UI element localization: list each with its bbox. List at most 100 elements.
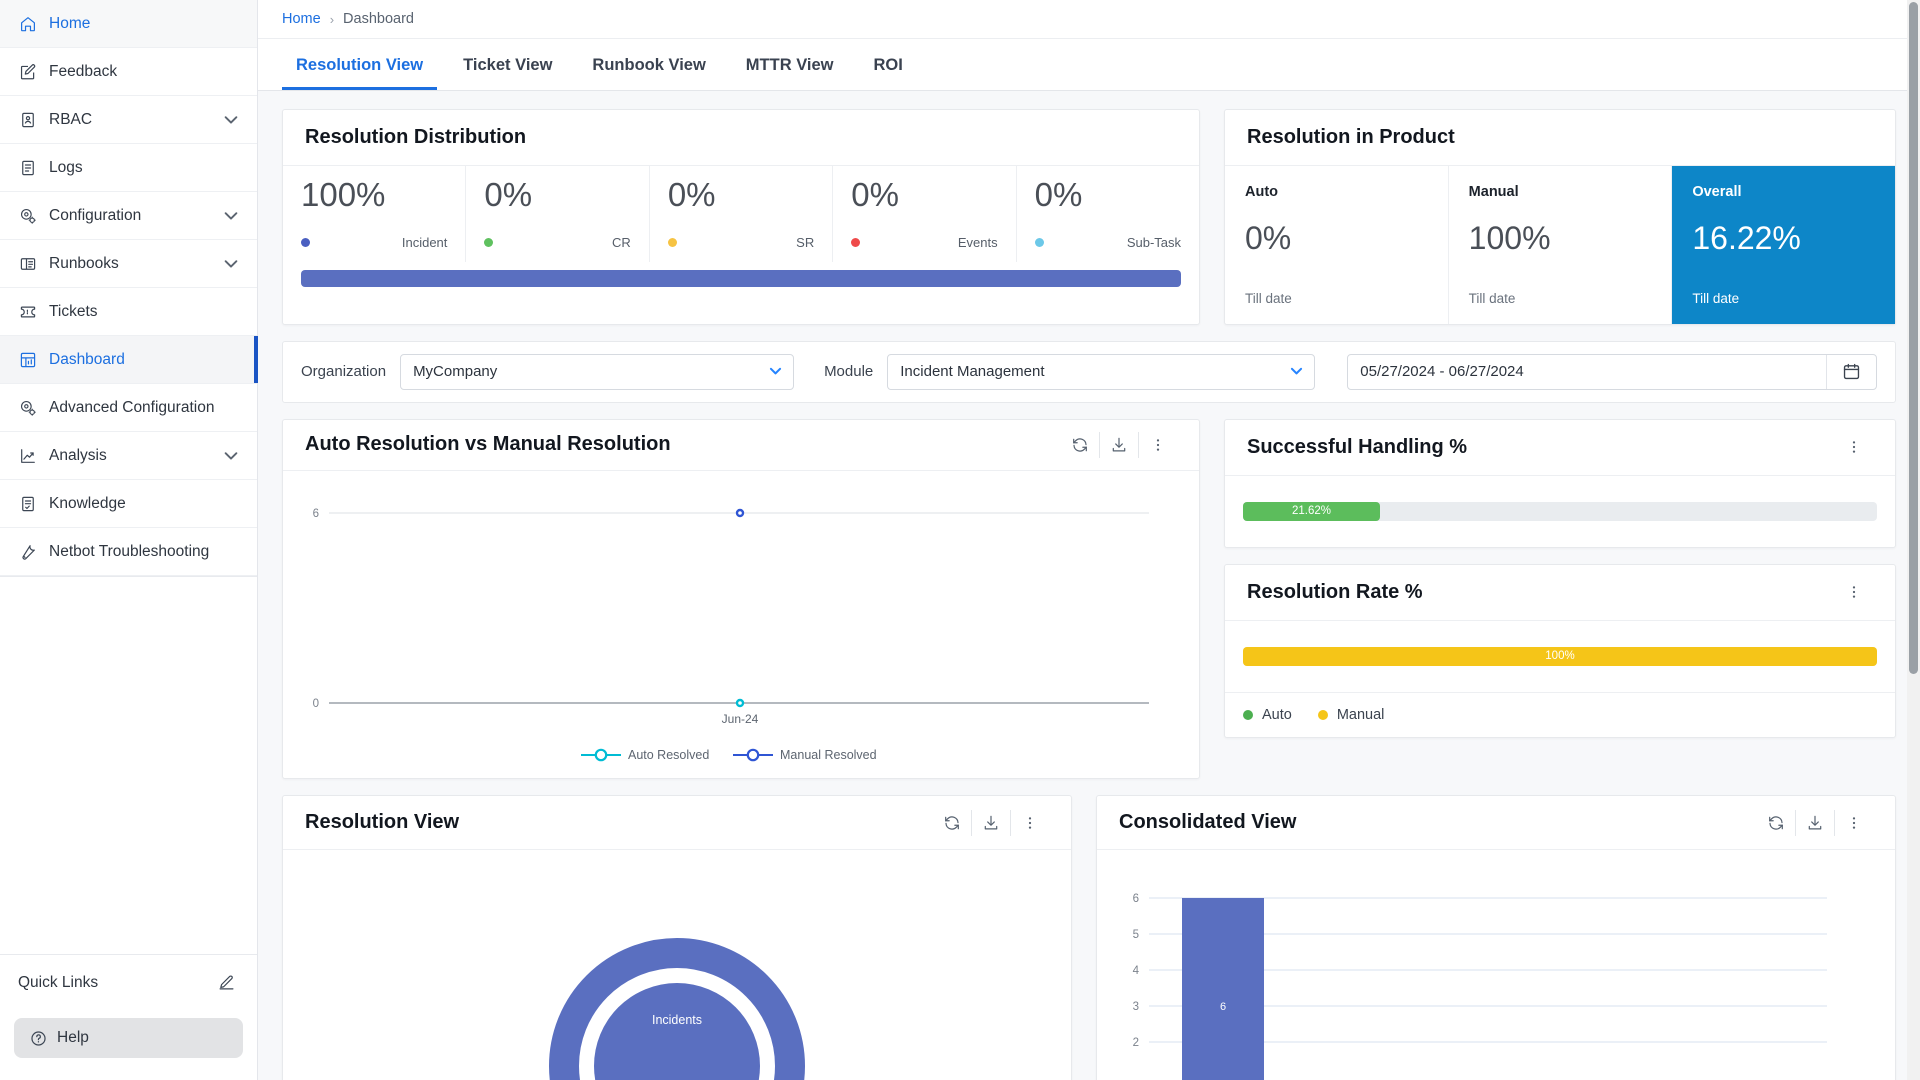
organization-select[interactable]: MyCompany (400, 353, 795, 390)
sidebar-item-netbot-troubleshooting[interactable]: Netbot Troubleshooting (0, 528, 257, 576)
resolution-in-product-title: Resolution in Product (1247, 125, 1455, 148)
successful-handling-header: Successful Handling % (1225, 420, 1895, 476)
chevron-down-icon[interactable] (223, 256, 239, 272)
distribution-cell-events: 0% Events (833, 165, 1017, 262)
feedback-edit-icon (18, 62, 38, 82)
line-chart-svg: 6 0 Jun-24 Auto Resolved Manual Resolved (313, 508, 1149, 762)
module-select-value: Incident Management (900, 363, 1045, 381)
runbooks-book-icon (18, 254, 38, 274)
donut-chart-svg: Incidents (549, 938, 805, 1080)
distribution-label: Sub-Task (1126, 234, 1182, 250)
sidebar-item-label: Feedback (49, 62, 118, 80)
help-label: Help (57, 1029, 89, 1046)
distribution-label: Events (957, 234, 998, 250)
calendar-icon[interactable] (1826, 354, 1876, 389)
sidebar-item-label: Runbooks (49, 254, 119, 272)
resolution-distribution-header: Resolution Distribution (283, 110, 1199, 166)
distribution-cell-incident: 100% Incident (283, 165, 467, 262)
chevron-down-icon (1277, 366, 1303, 378)
chevron-down-icon[interactable] (223, 112, 239, 128)
vertical-scrollbar[interactable] (1907, 0, 1920, 1080)
tab-mttr-view[interactable]: MTTR View (732, 56, 848, 90)
resolution-view-donut[interactable]: Incidents (283, 850, 1071, 1080)
successful-handling-card: Successful Handling % 21.62% (1224, 418, 1896, 548)
resolution-view-tools (933, 808, 1049, 838)
product-cell-manual: Manual 100% Till date (1449, 165, 1673, 324)
breadcrumb-home-link[interactable]: Home (282, 11, 321, 27)
distribution-footer: Events (851, 234, 998, 262)
distribution-footer: Incident (301, 235, 447, 262)
product-sublabel: Till date (1245, 290, 1292, 306)
y-tick-4: 4 (1133, 965, 1140, 977)
pencil-icon[interactable] (218, 974, 235, 991)
distribution-value: 100% (301, 175, 386, 213)
download-icon[interactable] (972, 810, 1010, 836)
auto-vs-manual-chart[interactable]: 6 0 Jun-24 Auto Resolved Manual Resolved (283, 471, 1199, 778)
sidebar-item-analysis[interactable]: Analysis (0, 432, 257, 480)
sidebar-item-home[interactable]: Home (0, 0, 257, 48)
legend-item-manual[interactable]: Manual (1317, 707, 1384, 723)
dashboard-grid-icon (18, 350, 38, 370)
sidebar-item-logs[interactable]: Logs (0, 144, 257, 192)
tab-resolution-view[interactable]: Resolution View (282, 56, 438, 90)
breadcrumb-separator-icon: › (329, 11, 335, 27)
distribution-value: 0% (484, 175, 533, 213)
kebab-menu-icon[interactable] (1835, 579, 1873, 605)
sidebar-item-knowledge[interactable]: Knowledge (0, 480, 257, 528)
product-sublabel: Till date (1468, 290, 1516, 306)
tab-roi[interactable]: ROI (860, 56, 917, 90)
distribution-cell-sr: 0% SR (650, 165, 834, 262)
legend-dot-icon (851, 237, 861, 247)
scrollbar-thumb[interactable] (1909, 2, 1918, 674)
analysis-chart-icon (18, 446, 38, 466)
refresh-icon[interactable] (1757, 810, 1795, 836)
resolution-rate-title: Resolution Rate % (1247, 580, 1423, 603)
y-tick-2: 2 (1133, 1037, 1139, 1049)
quick-links-label: Quick Links (18, 973, 99, 991)
resolution-rate-fill: 100% (1243, 646, 1877, 666)
distribution-footer: Sub-Task (1034, 234, 1182, 262)
dashboard-content: Resolution Distribution 100% Incident 0% CR… (258, 91, 1920, 1080)
product-sublabel: Till date (1692, 290, 1740, 306)
consolidated-view-bar-chart[interactable]: 6 5 4 3 2 6 (1097, 850, 1895, 1080)
sidebar-item-tickets[interactable]: Tickets (0, 288, 257, 336)
download-icon[interactable] (1100, 432, 1138, 458)
bottom-charts-row: Resolution View Incidents Consolidated V… (282, 794, 1896, 1080)
resolution-rate-track: 100% (1243, 646, 1877, 666)
resolution-view-header: Resolution View (283, 796, 1071, 851)
legend-label: Auto (1262, 706, 1292, 723)
sidebar-item-dashboard[interactable]: Dashboard (0, 336, 258, 384)
bar-value-label: 6 (1220, 1001, 1226, 1013)
view-tabs: Resolution View Ticket View Runbook View MT… (258, 39, 1920, 91)
sidebar-item-advanced-configuration[interactable]: Advanced Configuration (0, 384, 257, 432)
sidebar-item-configuration[interactable]: Configuration (0, 192, 257, 240)
refresh-icon[interactable] (1061, 432, 1099, 458)
organization-label: Organization (301, 363, 387, 381)
resolution-distribution-metrics: 100% Incident 0% CR 0% SR 0% Events 0% Sub-Task (283, 165, 1199, 262)
date-range-input[interactable]: 05/27/2024 - 06/27/2024 (1347, 353, 1877, 390)
module-select[interactable]: Incident Management (887, 353, 1316, 390)
charts-row: Auto Resolution vs Manual Resolution 6 0… (282, 418, 1896, 779)
kebab-menu-icon[interactable] (1139, 432, 1177, 458)
resolution-rate-value: 100% (1545, 650, 1575, 663)
successful-handling-value: 21.62% (1292, 505, 1332, 518)
download-icon[interactable] (1796, 810, 1834, 836)
help-button[interactable]: Help (14, 1018, 243, 1058)
kebab-menu-icon[interactable] (1011, 810, 1049, 836)
tab-ticket-view[interactable]: Ticket View (449, 56, 566, 90)
resolution-distribution-card: Resolution Distribution 100% Incident 0% CR… (282, 108, 1200, 325)
refresh-icon[interactable] (933, 810, 971, 836)
consolidated-view-header: Consolidated View (1097, 796, 1895, 851)
chevron-down-icon[interactable] (223, 448, 239, 464)
breadcrumb-current: Dashboard (343, 11, 414, 28)
resolution-rate-tools (1835, 577, 1873, 607)
product-value: 0% (1245, 219, 1292, 256)
kebab-menu-icon[interactable] (1835, 810, 1873, 836)
sidebar-item-runbooks[interactable]: Runbooks (0, 240, 257, 288)
chevron-down-icon[interactable] (223, 208, 239, 224)
kebab-menu-icon[interactable] (1835, 434, 1873, 460)
tab-runbook-view[interactable]: Runbook View (578, 56, 719, 90)
sidebar-item-rbac[interactable]: RBAC (0, 96, 257, 144)
sidebar-item-feedback[interactable]: Feedback (0, 48, 257, 96)
legend-item-auto[interactable]: Auto (1243, 707, 1292, 723)
